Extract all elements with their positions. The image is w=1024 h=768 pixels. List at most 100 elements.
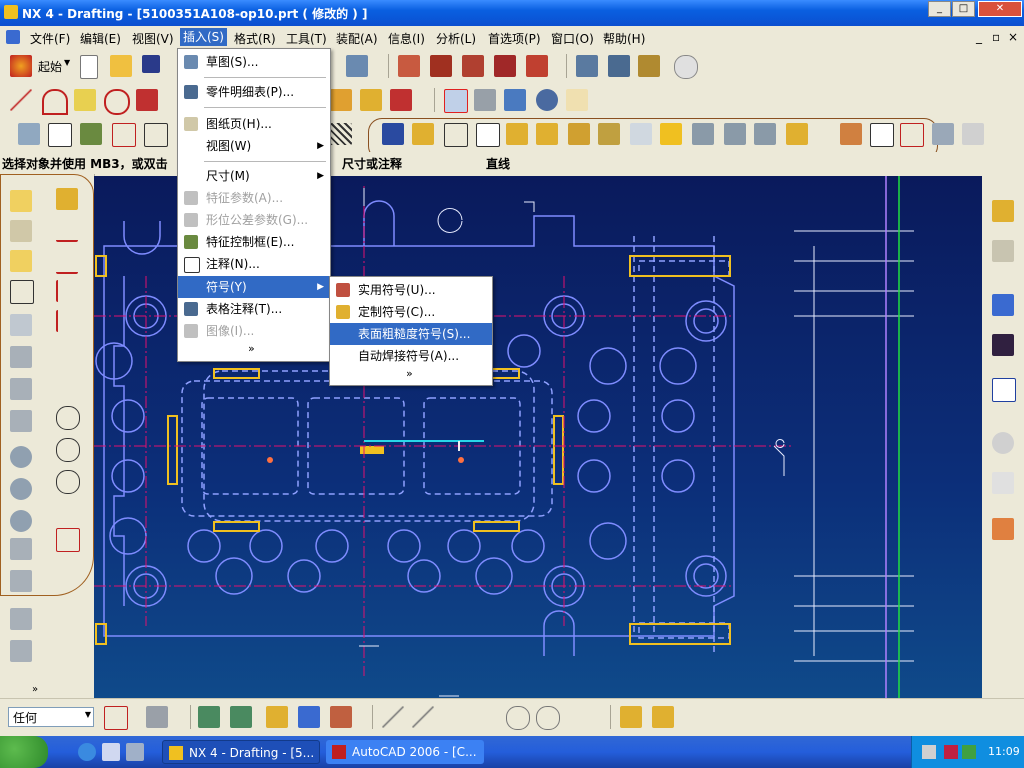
table-icon[interactable]: [786, 123, 808, 145]
section-view-icon[interactable]: [390, 89, 412, 111]
layer-settings-icon[interactable]: [198, 706, 220, 728]
type-filter-select[interactable]: 任何 ▼: [8, 707, 94, 727]
view-icon[interactable]: [330, 89, 352, 111]
roles-icon[interactable]: [992, 518, 1014, 540]
app-menu-icon[interactable]: [6, 30, 20, 44]
menu-item-utility-symbol[interactable]: 实用符号(U)...: [330, 279, 492, 301]
circle-icon[interactable]: [74, 89, 96, 111]
layout-icon[interactable]: [638, 55, 660, 77]
half-section-icon[interactable]: [10, 478, 32, 500]
surface-finish-tb-icon[interactable]: [568, 123, 590, 145]
hatch-icon[interactable]: [330, 123, 352, 145]
base-view-icon[interactable]: [10, 220, 32, 242]
quicklaunch-icon[interactable]: [126, 743, 144, 761]
menu-item-surface-finish-symbol[interactable]: 表面粗糙度符号(S)...: [330, 323, 492, 345]
hide-annotation-icon[interactable]: [932, 123, 954, 145]
end-point-icon[interactable]: [412, 706, 434, 728]
projected-view-icon[interactable]: [360, 89, 382, 111]
note-a-icon[interactable]: [476, 123, 500, 147]
menu-item-note[interactable]: 注释(N)...: [178, 253, 330, 275]
menu-item-feature-params[interactable]: 特征参数(A)...: [178, 187, 330, 209]
doc-minimize-button[interactable]: _: [976, 30, 982, 44]
ordinate-dimension-icon[interactable]: [56, 342, 78, 364]
color-icon[interactable]: [266, 706, 288, 728]
section-line-icon[interactable]: [10, 446, 32, 468]
keyboard-icon[interactable]: [922, 745, 936, 759]
menu-analysis[interactable]: 分析(L): [436, 30, 476, 47]
menu-format[interactable]: 格式(R): [234, 30, 276, 47]
measure-distance-icon[interactable]: [620, 706, 642, 728]
fillet-icon[interactable]: [104, 89, 130, 115]
measure-angle-icon[interactable]: [652, 706, 674, 728]
menu-preferences[interactable]: 首选项(P): [488, 30, 541, 47]
menu-item-view[interactable]: 视图(W) ▶: [178, 135, 330, 157]
doc-close-button[interactable]: ×: [1008, 30, 1018, 44]
web-browser-icon[interactable]: [992, 294, 1014, 316]
menu-item-drawing-sheet[interactable]: 图纸页(H)...: [178, 113, 330, 135]
display-icon[interactable]: [962, 123, 984, 145]
intersection-point-icon[interactable]: [568, 706, 590, 728]
arc-icon[interactable]: [42, 89, 68, 115]
history-clock-icon[interactable]: [992, 432, 1014, 454]
hole-dimension-icon[interactable]: [56, 438, 80, 462]
trim-icon[interactable]: [462, 55, 484, 77]
revolved-section-icon[interactable]: [10, 510, 32, 532]
annotation-style-icon[interactable]: [382, 123, 404, 145]
chevron-down-icon[interactable]: ▼: [64, 58, 70, 67]
thickness-dimension-icon[interactable]: [56, 528, 80, 552]
vertical-dimension-icon[interactable]: [56, 310, 80, 332]
menu-edit[interactable]: 编辑(E): [80, 30, 121, 47]
angular-dimension-icon[interactable]: [56, 280, 80, 302]
bridge-curve-icon[interactable]: [526, 55, 548, 77]
menu-item-feature-control-frame[interactable]: 特征控制框(E)...: [178, 231, 330, 253]
ie-icon[interactable]: [78, 743, 96, 761]
view-alignment-icon[interactable]: [10, 608, 32, 630]
weld-symbol-icon[interactable]: [598, 123, 620, 145]
control-point-icon[interactable]: [476, 706, 498, 728]
point-icon[interactable]: [398, 55, 420, 77]
start-button[interactable]: 起始: [38, 58, 62, 75]
task-autocad[interactable]: AutoCAD 2006 - [C...: [326, 740, 484, 764]
dimension-align-icon[interactable]: [900, 123, 924, 147]
origin-icon[interactable]: [112, 123, 136, 147]
menu-item-dimension[interactable]: 尺寸(M) ▶: [178, 165, 330, 187]
view-dependent-icon[interactable]: [10, 640, 32, 662]
menu-info[interactable]: 信息(I): [388, 30, 425, 47]
select-filter-icon[interactable]: [346, 55, 368, 77]
fit-icon[interactable]: [444, 89, 468, 113]
menu-expand-chevron-icon[interactable]: »: [248, 342, 255, 355]
break-view-icon[interactable]: [10, 538, 32, 560]
curve-icon[interactable]: [430, 55, 452, 77]
system-materials-icon[interactable]: [992, 472, 1014, 494]
origin-tool-icon[interactable]: [412, 123, 434, 145]
solid-box-icon[interactable]: [660, 123, 682, 145]
drawing-icon[interactable]: [18, 123, 40, 145]
radius-dimension-icon[interactable]: [56, 470, 80, 494]
crosshatch-icon[interactable]: [754, 123, 776, 145]
submenu-expand-chevron-icon[interactable]: »: [406, 367, 413, 380]
menu-item-parts-list[interactable]: 零件明细表(P)...: [178, 81, 330, 103]
broken-out-icon[interactable]: [10, 570, 32, 592]
open-folder-icon[interactable]: [110, 55, 132, 77]
feature-frame-icon[interactable]: [444, 123, 468, 147]
assembly-navigator-icon[interactable]: [992, 200, 1014, 222]
pan-icon[interactable]: [566, 89, 588, 111]
zoom-window-icon[interactable]: [474, 89, 496, 111]
edit-object-display-icon[interactable]: [298, 706, 320, 728]
radius-to-center-icon[interactable]: [56, 502, 78, 524]
drafting-view-icon[interactable]: [10, 190, 32, 212]
horizontal-dimension-icon[interactable]: [56, 218, 78, 242]
more-tools-chevron-icon[interactable]: »: [32, 684, 38, 695]
menu-item-symbol[interactable]: 符号(Y) ▶: [178, 276, 330, 298]
menu-item-custom-symbol[interactable]: 定制符号(C)...: [330, 301, 492, 323]
network-icon[interactable]: [944, 745, 958, 759]
training-icon[interactable]: [992, 334, 1014, 356]
inferred-dimension-icon[interactable]: [56, 188, 78, 210]
selection-intent-icon[interactable]: [146, 706, 168, 728]
edit-text-icon[interactable]: [80, 123, 102, 145]
utility-symbol-tb-icon[interactable]: [536, 123, 558, 145]
update-view-icon[interactable]: [10, 378, 32, 400]
show-hide-icon[interactable]: [330, 706, 352, 728]
quadrant-point-icon[interactable]: [536, 706, 560, 730]
menu-view[interactable]: 视图(V): [132, 30, 174, 47]
